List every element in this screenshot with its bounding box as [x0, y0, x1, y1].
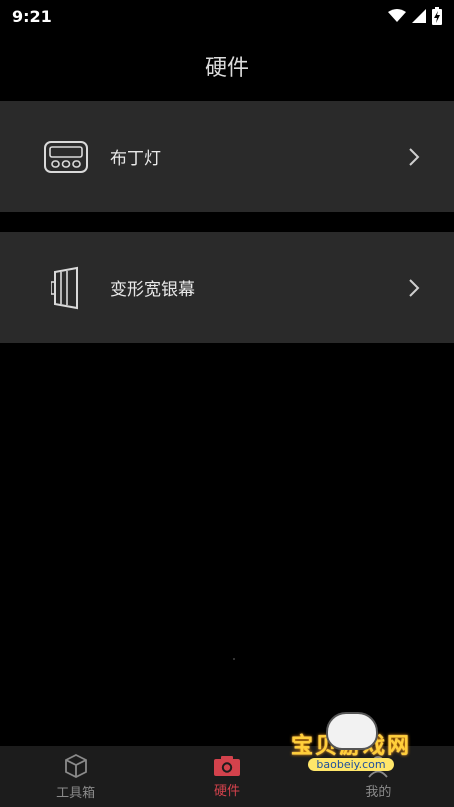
status-bar: 9:21 — [0, 0, 454, 32]
chevron-right-icon — [404, 147, 424, 167]
divider-dot — [233, 658, 235, 660]
anamorphic-screen-icon — [42, 264, 90, 312]
mascot-logo — [326, 712, 378, 750]
tab-toolbox[interactable]: 工具箱 — [0, 746, 151, 807]
list-item-pudding-lamp[interactable]: 布丁灯 — [0, 101, 454, 212]
battery-charging-icon — [432, 7, 442, 25]
list-item-anamorphic-screen[interactable]: 变形宽银幕 — [0, 232, 454, 343]
camera-icon — [213, 755, 240, 776]
chevron-right-icon — [404, 278, 424, 298]
list-item-label: 变形宽银幕 — [110, 280, 195, 300]
watermark-url: baobeiy.com — [308, 758, 394, 771]
page-title: 硬件 — [204, 56, 249, 81]
header: 硬件 — [0, 32, 454, 100]
tab-label: 工具箱 — [56, 785, 96, 801]
pudding-lamp-icon — [42, 133, 90, 181]
wifi-icon — [388, 9, 406, 22]
cube-icon — [64, 753, 87, 778]
watermark: 宝贝游戏网 baobeiy.com — [276, 712, 426, 792]
signal-icon — [412, 9, 426, 23]
status-time: 9:21 — [12, 6, 52, 26]
tab-label: 硬件 — [213, 783, 240, 799]
status-icons — [388, 7, 442, 25]
list-item-label: 布丁灯 — [110, 149, 161, 169]
